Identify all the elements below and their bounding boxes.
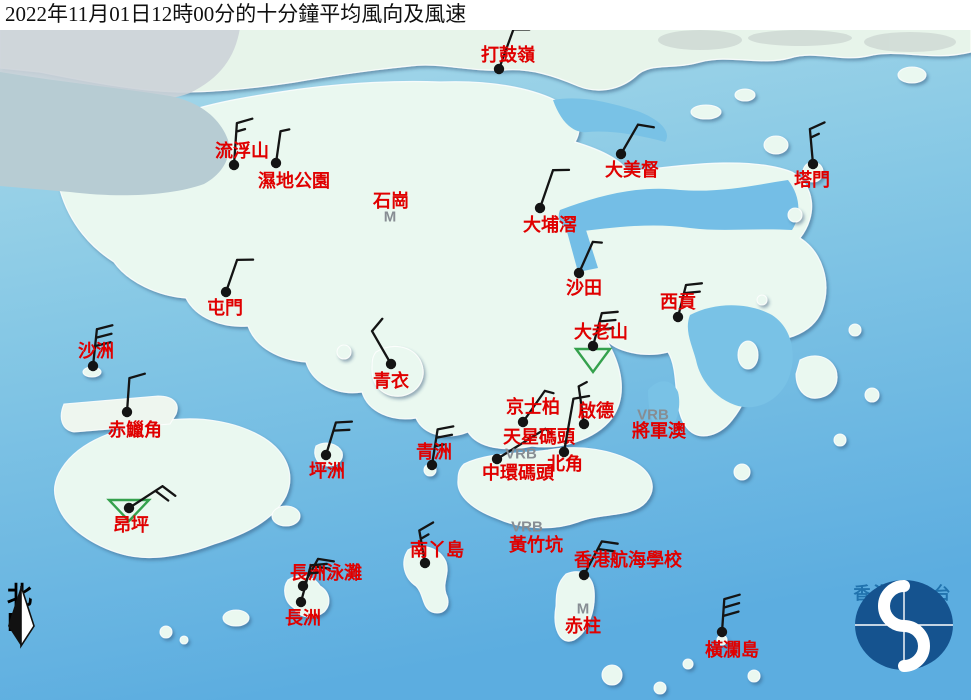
wind-barb-icon <box>276 129 289 163</box>
station-tai-po-kau: 大埔滘 <box>523 170 577 235</box>
station-label: 青洲 <box>416 442 452 462</box>
wind-barb-icon <box>540 170 569 208</box>
station-chek-lap-kok: 赤鱲角 <box>108 374 162 440</box>
station-label: 長洲 <box>285 608 321 628</box>
station-dot <box>271 158 281 168</box>
station-shek-kong: M石崗 <box>372 190 409 226</box>
station-dot <box>494 64 504 74</box>
station-marker-vrb: VRB <box>511 519 543 536</box>
north-arrow-icon <box>4 584 44 650</box>
station-label: 大老山 <box>574 321 628 342</box>
station-waglan-island: 橫瀾島 <box>705 595 759 660</box>
station-dot <box>579 570 589 580</box>
station-label: 坪洲 <box>309 461 345 481</box>
station-label: 流浮山 <box>215 140 269 161</box>
station-dot <box>616 149 626 159</box>
north-compass: 北 N <box>4 584 44 634</box>
station-dot <box>386 359 396 369</box>
station-label: 沙田 <box>566 278 602 298</box>
map-title: 2022年11月01日12時00分的十分鐘平均風向及風速 <box>0 0 971 30</box>
wind-barb-icon <box>722 595 740 632</box>
station-label: 中環碼頭 <box>482 462 555 483</box>
station-kings-park: 京士柏 <box>506 391 560 427</box>
station-label: 西貢 <box>660 292 696 312</box>
station-wong-chuk-hang: VRB黃竹坑 <box>508 519 563 556</box>
station-dot <box>673 312 683 322</box>
station-marker-vrb: VRB <box>505 446 537 463</box>
station-label: 將軍澳 <box>632 420 687 441</box>
station-label: 青衣 <box>373 370 409 391</box>
station-sha-tin: 沙田 <box>566 242 602 298</box>
station-label: 沙洲 <box>78 341 114 361</box>
station-dot <box>588 341 598 351</box>
station-dot <box>518 417 528 427</box>
station-hk-sea-school: 香港航海學校 <box>573 541 683 580</box>
station-label: 南丫島 <box>410 539 464 560</box>
station-dot <box>122 407 132 417</box>
station-tsing-yi: 青衣 <box>372 319 409 391</box>
station-label: 大埔滘 <box>523 214 577 235</box>
station-dot <box>808 159 818 169</box>
wind-barb-icon <box>127 374 145 412</box>
station-dot <box>535 203 545 213</box>
station-tuen-mun: 屯門 <box>207 260 253 318</box>
wind-barb-icon <box>579 242 602 273</box>
wind-map-screenshot: 打鼓嶺流浮山濕地公園大美督塔門M石崗大埔滘沙田屯門沙洲西貢大老山青衣赤鱲角京士柏… <box>0 0 971 700</box>
station-lamma-island: 南丫島 <box>410 523 464 569</box>
station-label: 昂坪 <box>113 515 149 535</box>
station-sai-kung: 西貢 <box>660 283 702 322</box>
station-dot <box>229 160 239 170</box>
station-ta-kwu-ling: 打鼓嶺 <box>481 30 535 75</box>
station-label: 北角 <box>547 453 583 474</box>
station-marker-m: M <box>384 209 397 226</box>
station-label: 赤鱲角 <box>108 419 162 440</box>
station-tai-mei-tuk: 大美督 <box>605 125 659 180</box>
station-label: 香港航海學校 <box>573 549 683 570</box>
wind-barb-icon <box>810 122 825 164</box>
station-label: 濕地公園 <box>258 170 330 191</box>
station-label: 石崗 <box>372 190 409 211</box>
station-central-pier: VRB中環碼頭 <box>482 446 555 484</box>
wind-barb-icon <box>129 486 175 508</box>
station-marker-m: M <box>577 601 590 618</box>
summit-triangle-icon <box>576 349 610 372</box>
station-tates-cairn: 大老山 <box>574 312 628 372</box>
station-stanley: M赤柱 <box>565 601 601 637</box>
wind-barb-icon <box>326 422 352 455</box>
station-dot <box>296 597 306 607</box>
station-tseung-kwan-o: VRB將軍澳 <box>632 407 687 442</box>
station-sha-chau: 沙洲 <box>78 325 114 371</box>
wind-barb-icon <box>226 260 253 292</box>
station-dot <box>574 268 584 278</box>
station-label: 京士柏 <box>506 396 560 417</box>
station-label: 黃竹坑 <box>508 534 563 555</box>
station-label: 長洲泳灘 <box>290 562 362 583</box>
station-dot <box>321 450 331 460</box>
station-label: 打鼓嶺 <box>481 44 535 65</box>
wind-barb-icon <box>372 319 391 364</box>
stations-layer: 打鼓嶺流浮山濕地公園大美督塔門M石崗大埔滘沙田屯門沙洲西貢大老山青衣赤鱲角京士柏… <box>0 0 971 700</box>
station-label: 屯門 <box>207 297 243 318</box>
station-label: 啟德 <box>578 400 614 421</box>
station-dot <box>124 503 134 513</box>
station-label: 塔門 <box>794 169 830 190</box>
station-label: 大美督 <box>605 159 659 180</box>
station-dot <box>221 287 231 297</box>
station-dot <box>717 627 727 637</box>
station-ngong-ping: 昂坪 <box>109 486 175 535</box>
station-tap-mun: 塔門 <box>794 122 830 190</box>
wind-barb-icon <box>621 125 654 154</box>
hko-logo: 香港天文台 HONG KONG OBSERVATORY <box>836 578 971 627</box>
station-green-island: 青洲 <box>416 426 453 470</box>
hko-emblem-icon <box>836 578 971 672</box>
station-peng-chau: 坪洲 <box>309 422 352 481</box>
station-label: 橫瀾島 <box>705 639 759 660</box>
station-label: 赤柱 <box>565 615 601 636</box>
station-lau-fau-shan: 流浮山 <box>215 119 269 171</box>
station-kai-tak: 啟德 <box>578 382 614 429</box>
station-dot <box>88 361 98 371</box>
